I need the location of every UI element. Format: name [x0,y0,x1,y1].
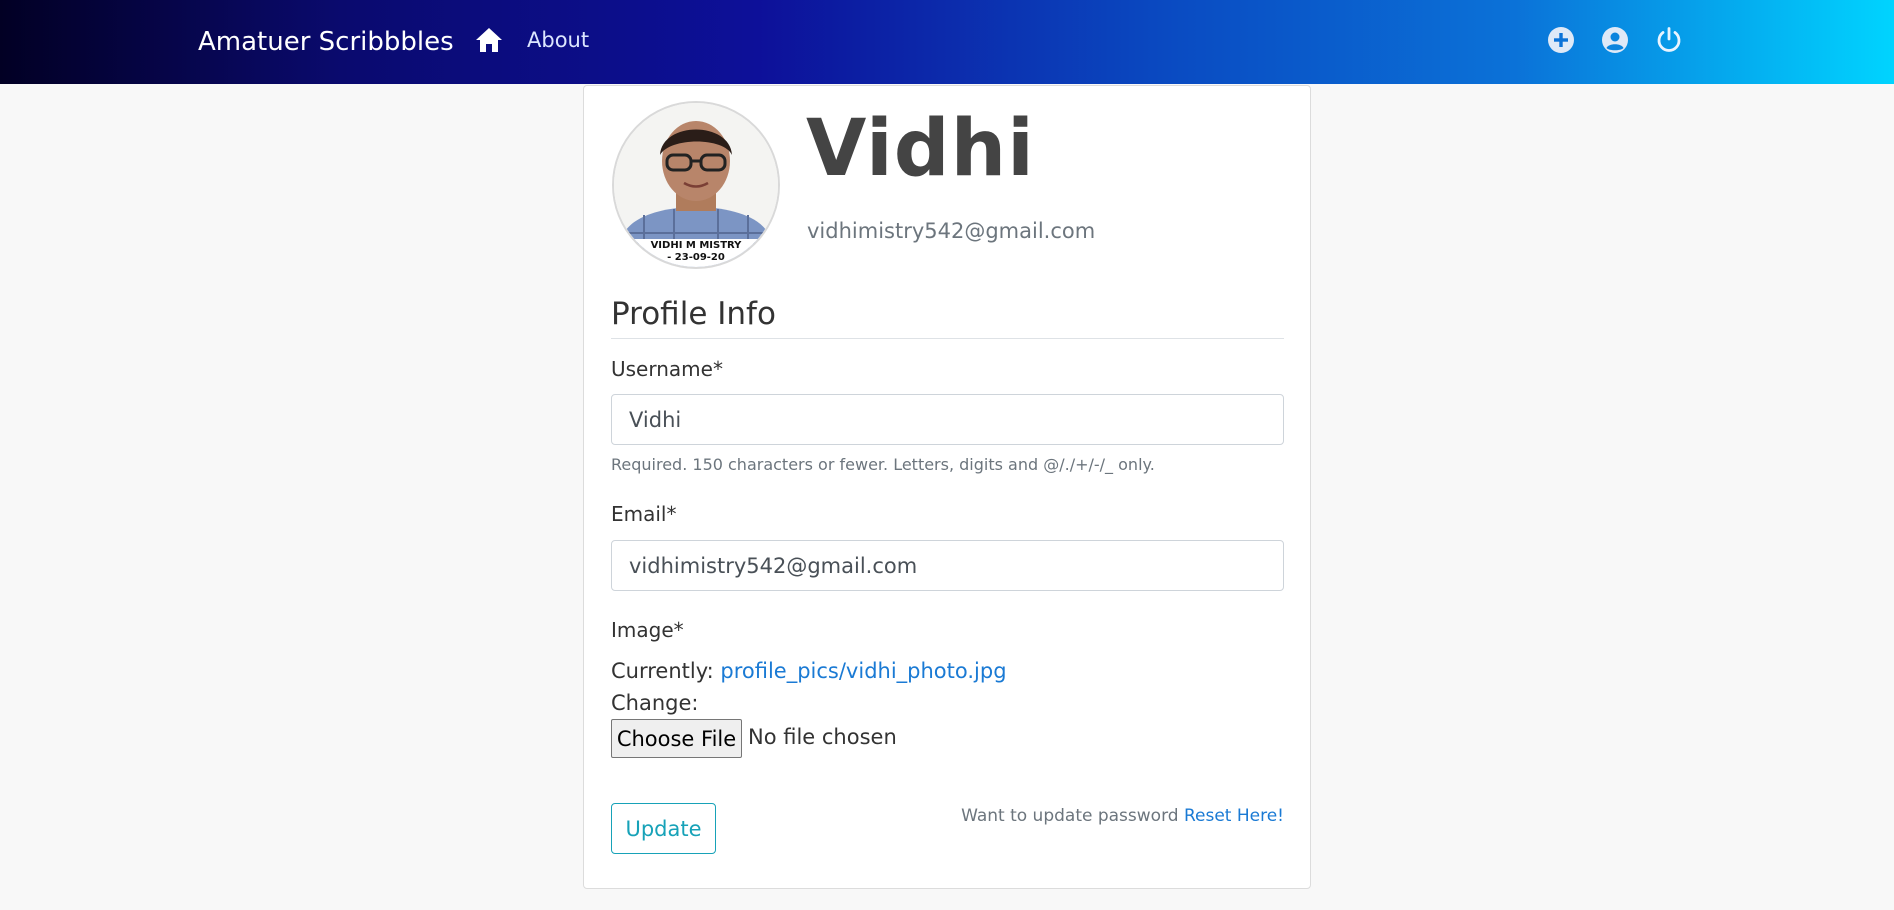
change-label: Change: [611,691,699,715]
password-prompt: Want to update password [961,806,1179,826]
home-icon[interactable] [475,27,503,53]
username-label: Username* [611,357,723,381]
current-image-link[interactable]: profile_pics/vidhi_photo.jpg [720,659,1006,683]
username-help-text: Required. 150 characters or fewer. Lette… [611,455,1155,474]
photo-caption-name: VIDHI M MISTRY [650,240,742,251]
top-navbar: Amatuer Scribbbles About [0,0,1894,84]
photo-caption-date: - 23-09-20 [667,252,725,263]
file-status: No file chosen [748,725,897,749]
profile-info-heading: Profile Info [611,296,1284,339]
account-circle-icon[interactable] [1601,26,1629,54]
email-field[interactable] [611,540,1284,591]
password-reset-note: Want to update password Reset Here! [961,806,1284,826]
current-image: Currently: profile_pics/vidhi_photo.jpg [611,659,1007,683]
account-name: Vidhi [806,104,1035,194]
about-link[interactable]: About [527,28,589,52]
profile-avatar: VIDHI M MISTRY - 23-09-20 [612,101,780,269]
add-circle-icon[interactable] [1547,26,1575,54]
reset-password-link[interactable]: Reset Here! [1184,806,1284,826]
email-label: Email* [611,502,677,526]
power-icon[interactable] [1655,26,1683,54]
choose-file-button[interactable]: Choose File [611,719,742,758]
brand-title[interactable]: Amatuer Scribbbles [198,27,454,57]
update-button[interactable]: Update [611,803,716,854]
currently-label: Currently: [611,659,714,683]
username-field[interactable] [611,394,1284,445]
account-email: vidhimistry542@gmail.com [807,219,1096,243]
image-label: Image* [611,618,684,642]
